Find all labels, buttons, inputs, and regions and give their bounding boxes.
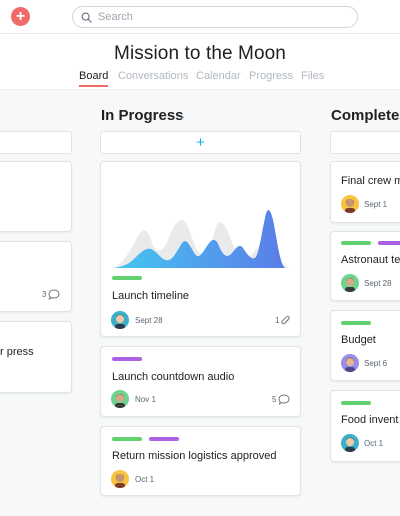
- avatar: [341, 434, 359, 452]
- task-card[interactable]: r press: [0, 321, 72, 393]
- tab-calendar[interactable]: Calendar: [196, 70, 241, 82]
- avatar: [111, 311, 129, 329]
- search-icon: [81, 12, 92, 23]
- task-title: r press: [0, 346, 34, 358]
- tag-green: [341, 321, 371, 325]
- tab-conversations[interactable]: Conversations: [118, 70, 188, 82]
- task-card[interactable]: [0, 161, 72, 232]
- avatar: [111, 470, 129, 488]
- search-bar[interactable]: [72, 6, 358, 28]
- task-card-launch-timeline[interactable]: Launch timeline Sept 28 1: [100, 161, 301, 337]
- due-date: Oct 1: [364, 439, 384, 448]
- top-bar: +: [0, 0, 400, 34]
- task-title: Return mission logistics approved: [112, 450, 277, 462]
- task-title: Budget: [341, 334, 376, 346]
- column-title-in-progress: In Progress: [101, 107, 184, 124]
- comment-count: 5: [272, 394, 290, 405]
- attachment-count: 1: [275, 315, 291, 326]
- tag-green: [341, 401, 371, 405]
- due-date: Sept 1: [364, 200, 388, 209]
- avatar: [111, 390, 129, 408]
- tab-board[interactable]: Board: [79, 70, 109, 87]
- project-tabs: Board Conversations Calendar Progress Fi…: [0, 70, 400, 90]
- task-title: Food invent: [341, 414, 399, 426]
- add-task-button-completed[interactable]: [330, 131, 400, 154]
- tab-progress[interactable]: Progress: [249, 70, 293, 82]
- task-card[interactable]: Budget Sept 6: [330, 310, 400, 381]
- tab-files[interactable]: Files: [301, 70, 324, 82]
- task-card[interactable]: 3: [0, 241, 72, 312]
- chart-image: [113, 210, 291, 268]
- task-card[interactable]: Astronaut te Sept 28: [330, 231, 400, 301]
- tag-green: [112, 437, 142, 441]
- add-task-button-left[interactable]: [0, 131, 72, 154]
- comment-count: 3: [42, 289, 60, 300]
- due-date: Nov 1: [135, 395, 156, 404]
- task-card-launch-countdown-audio[interactable]: Launch countdown audio Nov 1 5: [100, 346, 301, 417]
- plus-icon: +: [15, 7, 26, 25]
- project-header: Mission to the Moon Board Conversations …: [0, 34, 400, 90]
- avatar: [341, 354, 359, 372]
- due-date: Sept 6: [364, 359, 388, 368]
- page-title: Mission to the Moon: [114, 43, 286, 64]
- plus-icon: +: [196, 134, 205, 151]
- comment-icon: [48, 289, 60, 300]
- task-title: Astronaut te: [341, 254, 400, 266]
- search-input[interactable]: [98, 11, 338, 23]
- column-title-completed: Completed: [331, 107, 400, 124]
- comment-icon: [278, 394, 290, 405]
- due-date: Oct 1: [135, 475, 155, 484]
- task-card[interactable]: Final crew m Sept 1: [330, 161, 400, 223]
- tag-green: [341, 241, 371, 245]
- task-title: Launch countdown audio: [112, 371, 235, 383]
- task-title: Launch timeline: [112, 290, 190, 302]
- due-date: Sept 28: [135, 316, 163, 325]
- quick-add-button[interactable]: +: [11, 7, 30, 26]
- avatar: [341, 274, 359, 292]
- paperclip-icon: [281, 315, 291, 325]
- chevron-down-icon[interactable]: ⌄: [178, 111, 186, 122]
- task-title: Final crew m: [341, 175, 400, 187]
- task-card-return-mission-logistics[interactable]: Return mission logistics approved Oct 1: [100, 426, 301, 496]
- avatar: [341, 195, 359, 213]
- add-task-button[interactable]: +: [100, 131, 301, 154]
- task-card[interactable]: Food invent Oct 1: [330, 390, 400, 462]
- tag-purple: [112, 357, 142, 361]
- tag-purple: [378, 241, 400, 245]
- tag-green: [112, 276, 142, 280]
- tag-purple: [149, 437, 179, 441]
- due-date: Sept 28: [364, 279, 392, 288]
